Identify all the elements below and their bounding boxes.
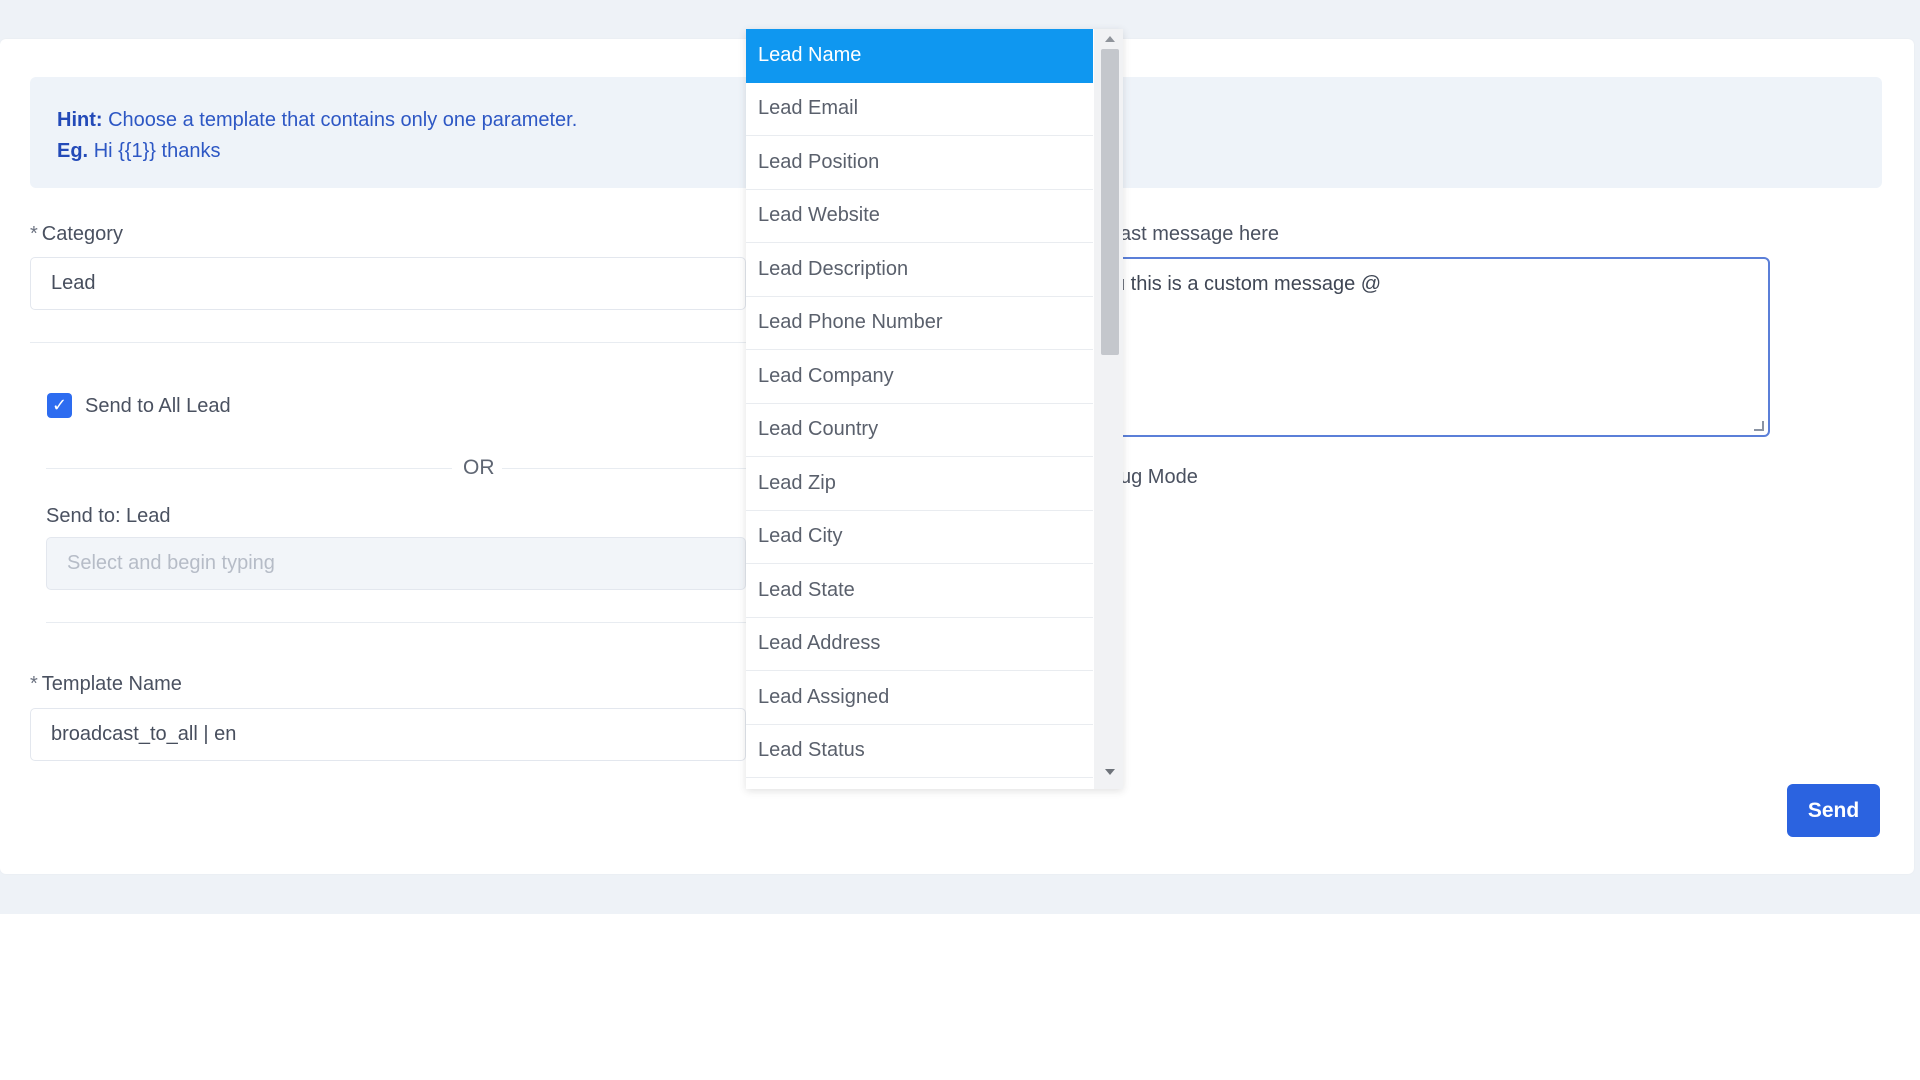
send-to-label: Send to: Lead xyxy=(46,505,171,527)
send-to-all-label[interactable]: Send to All Lead xyxy=(85,395,231,418)
dropdown-option[interactable]: Lead Address xyxy=(746,617,1093,671)
dropdown-option[interactable]: Lead Email xyxy=(746,82,1093,136)
parameter-dropdown: Lead Name Lead Email Lead Position Lead Web… xyxy=(746,29,1123,789)
debug-mode-label: ug Mode xyxy=(1120,466,1198,488)
category-select[interactable]: Lead xyxy=(30,257,746,310)
dropdown-option[interactable]: Lead Status xyxy=(746,724,1093,778)
dropdown-option[interactable]: Lead Assigned xyxy=(746,671,1093,725)
example-label: Eg. xyxy=(57,140,89,162)
template-name-select[interactable]: broadcast_to_all | en xyxy=(30,708,746,761)
send-to-all-checkbox[interactable]: ✓ xyxy=(47,393,72,418)
example-text: Hi {{1}} thanks xyxy=(93,140,221,162)
send-to-placeholder: Select and begin typing xyxy=(67,552,275,574)
divider xyxy=(30,342,746,343)
message-textarea[interactable]: u this is a custom message @ xyxy=(1090,257,1770,437)
category-value: Lead xyxy=(51,272,96,294)
dropdown-scrollbar[interactable] xyxy=(1094,29,1123,789)
template-name-label: * Template Name xyxy=(30,673,182,696)
scrollbar-thumb[interactable] xyxy=(1101,49,1119,355)
dropdown-option[interactable]: Lead Country xyxy=(746,403,1093,457)
or-divider-left xyxy=(46,468,452,469)
dropdown-option[interactable]: Lead Name xyxy=(746,29,1093,83)
hint-label: Hint: xyxy=(57,109,103,131)
category-label: * Category xyxy=(30,223,123,246)
dropdown-option[interactable]: Lead Description xyxy=(746,243,1093,297)
dropdown-option[interactable]: Lead Position xyxy=(746,136,1093,190)
divider xyxy=(46,622,746,623)
send-button[interactable]: Send xyxy=(1787,784,1880,837)
hint-text: Choose a template that contains only one… xyxy=(108,109,578,131)
message-value: u this is a custom message @ xyxy=(1114,273,1382,295)
send-to-input[interactable]: Select and begin typing xyxy=(46,537,746,590)
dropdown-option[interactable]: Lead State xyxy=(746,564,1093,618)
dropdown-option[interactable]: Lead Phone Number xyxy=(746,296,1093,350)
dropdown-option[interactable]: Lead Company xyxy=(746,350,1093,404)
required-marker: * xyxy=(30,223,38,245)
template-name-label-text: Template Name xyxy=(41,673,182,695)
resize-handle-icon[interactable] xyxy=(1754,421,1764,431)
scroll-up-arrow-icon[interactable] xyxy=(1105,36,1115,42)
dropdown-option[interactable]: Lead Zip xyxy=(746,457,1093,511)
or-separator: OR xyxy=(463,456,495,479)
dropdown-option[interactable]: Lead City xyxy=(746,510,1093,564)
template-name-value: broadcast_to_all | en xyxy=(51,723,237,745)
category-label-text: Category xyxy=(41,223,123,245)
required-marker: * xyxy=(30,673,38,695)
message-label: ast message here xyxy=(1120,223,1279,245)
dropdown-option[interactable]: Lead Website xyxy=(746,189,1093,243)
or-divider-right xyxy=(502,468,746,469)
dropdown-list: Lead Name Lead Email Lead Position Lead Web… xyxy=(746,29,1093,778)
scroll-down-arrow-icon[interactable] xyxy=(1105,769,1115,775)
checkmark-icon: ✓ xyxy=(51,395,68,415)
